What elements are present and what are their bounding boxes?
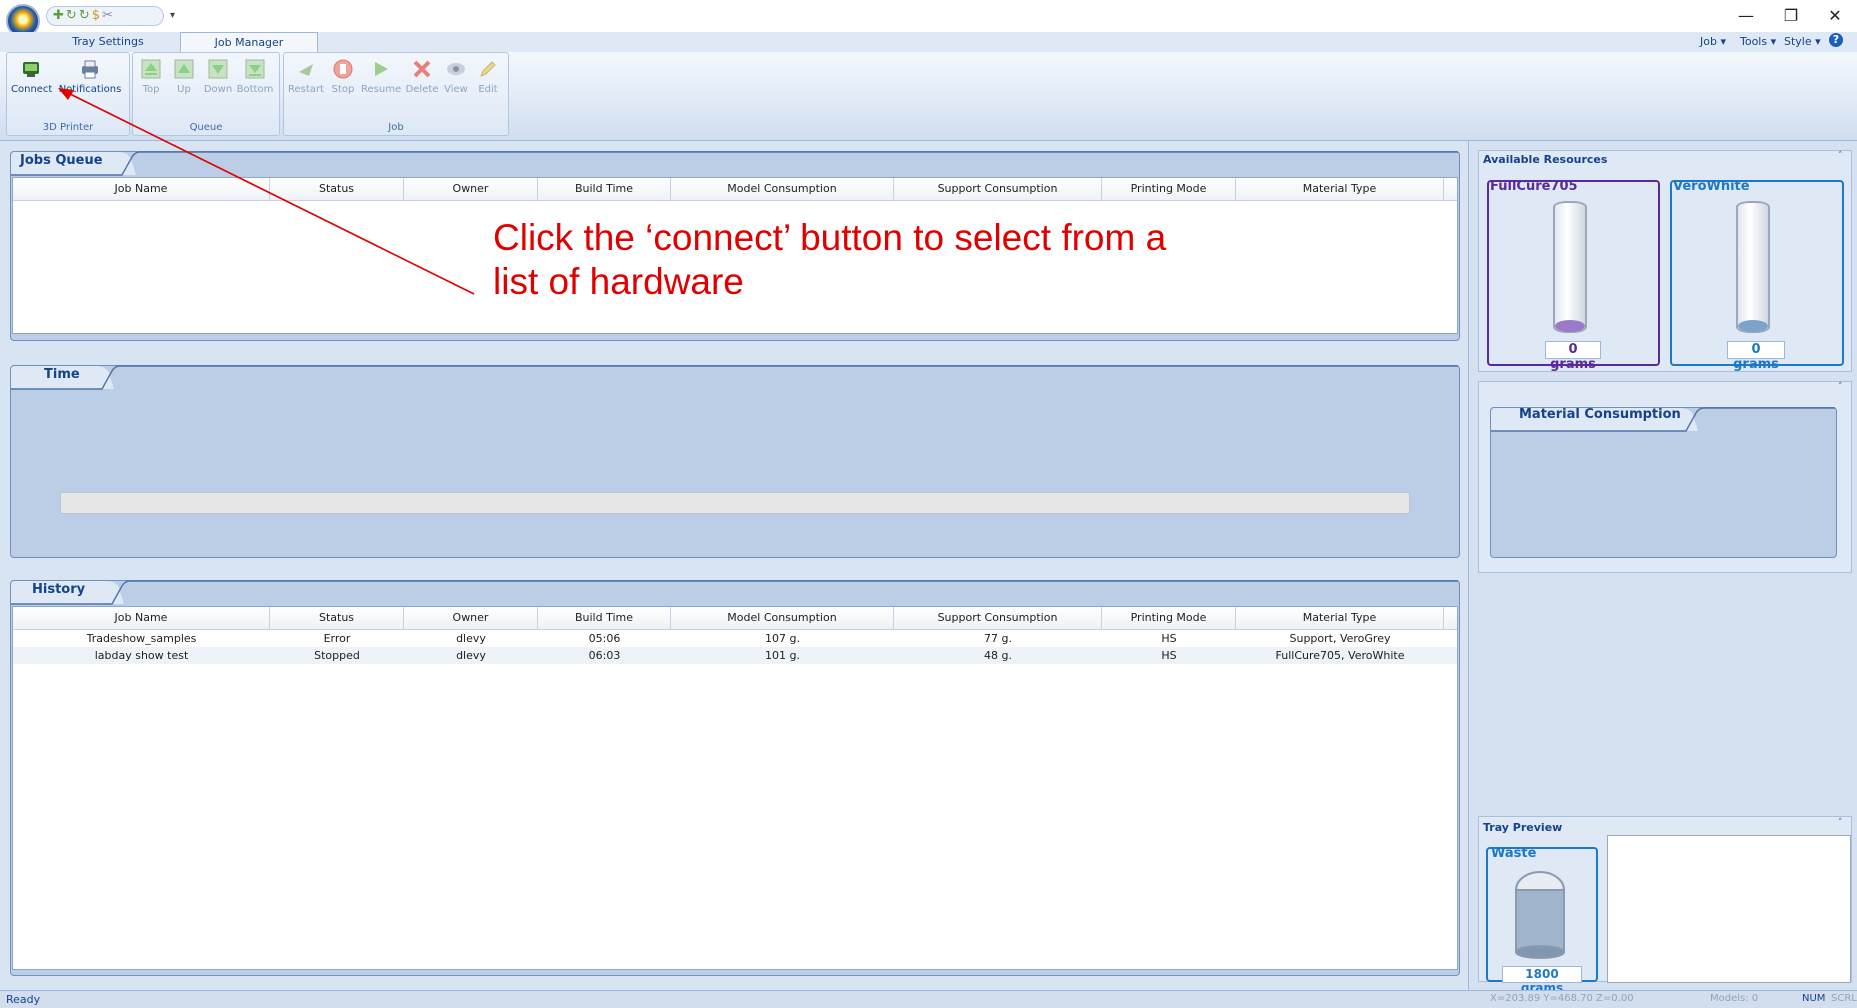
time-progress-bar <box>60 492 1410 514</box>
col-printing-mode[interactable]: Printing Mode <box>1102 607 1236 629</box>
material-level <box>1738 320 1768 332</box>
cell-build-time: 06:03 <box>588 649 621 662</box>
cell-support-consumption: 77 g. <box>984 632 1012 645</box>
history-grid: Job Name Status Owner Build Time Model C… <box>12 606 1458 970</box>
cell-build-time: 05:06 <box>588 632 621 645</box>
material-name: FullCure705 <box>1490 179 1578 194</box>
waste-label: Waste <box>1491 846 1537 861</box>
table-row[interactable]: labday show test Stopped dlevy 06:03 101… <box>13 647 1457 664</box>
models-count: Models: 0 <box>1710 993 1759 1004</box>
scroll-lock-indicator: SCRL <box>1831 993 1857 1004</box>
cell-status: Error <box>323 632 351 645</box>
cell-owner: dlevy <box>456 632 486 645</box>
col-job-name[interactable]: Job Name <box>13 607 270 629</box>
collapse-icon[interactable]: ˄ <box>1838 818 1843 828</box>
col-status[interactable]: Status <box>270 607 404 629</box>
material-amount: 0 grams <box>1545 341 1601 372</box>
material-cylinder-icon <box>1553 201 1587 333</box>
status-text: Ready <box>6 993 41 1006</box>
collapse-icon[interactable]: ˄ <box>1838 382 1843 392</box>
cell-model-consumption: 101 g. <box>765 649 800 662</box>
material-level <box>1555 320 1585 332</box>
col-material-type[interactable]: Material Type <box>1236 607 1444 629</box>
material-consumption-title: Material Consumption <box>1519 407 1681 422</box>
cell-model-consumption: 107 g. <box>765 632 800 645</box>
coordinates-readout: X=203.89 Y=468.70 Z=0.00 <box>1490 993 1634 1004</box>
cell-material-type: FullCure705, VeroWhite <box>1275 649 1405 662</box>
waste-tank-icon <box>1515 871 1565 959</box>
cell-status: Stopped <box>314 649 360 662</box>
tray-preview-canvas[interactable] <box>1607 835 1851 983</box>
time-tab-shape <box>11 365 1458 390</box>
history-tab-shape <box>11 580 1458 605</box>
cell-printing-mode: HS <box>1161 649 1177 662</box>
cell-printing-mode: HS <box>1161 632 1177 645</box>
cell-material-type: Support, VeroGrey <box>1289 632 1391 645</box>
annotation-line-1: Click the ‘connect’ button to select fro… <box>493 217 1167 258</box>
time-panel <box>10 365 1460 558</box>
tray-preview-title: Tray Preview <box>1483 821 1563 834</box>
col-model-consumption[interactable]: Model Consumption <box>671 607 894 629</box>
annotation-text: Click the ‘connect’ button to select fro… <box>493 216 1213 304</box>
cell-owner: dlevy <box>456 649 486 662</box>
num-lock-indicator: NUM <box>1802 993 1826 1004</box>
material-amount: 0 grams <box>1727 341 1785 372</box>
cell-job-name: Tradeshow_samples <box>86 632 197 645</box>
cell-job-name: labday show test <box>94 649 189 662</box>
annotation-line-2: list of hardware <box>493 261 744 302</box>
col-support-consumption[interactable]: Support Consumption <box>894 607 1102 629</box>
waste-amount: 1800 grams <box>1502 966 1582 995</box>
history-header: Job Name Status Owner Build Time Model C… <box>13 607 1457 630</box>
material-name: VeroWhite <box>1673 179 1750 194</box>
table-row[interactable]: Tradeshow_samples Error dlevy 05:06 107 … <box>13 630 1457 647</box>
history-title: History <box>32 582 86 597</box>
time-title: Time <box>44 367 80 382</box>
available-resources-title: Available Resources <box>1483 153 1608 166</box>
collapse-icon[interactable]: ˄ <box>1838 151 1843 161</box>
cell-support-consumption: 48 g. <box>984 649 1012 662</box>
col-owner[interactable]: Owner <box>404 607 538 629</box>
material-cylinder-icon <box>1736 201 1770 333</box>
col-build-time[interactable]: Build Time <box>538 607 671 629</box>
